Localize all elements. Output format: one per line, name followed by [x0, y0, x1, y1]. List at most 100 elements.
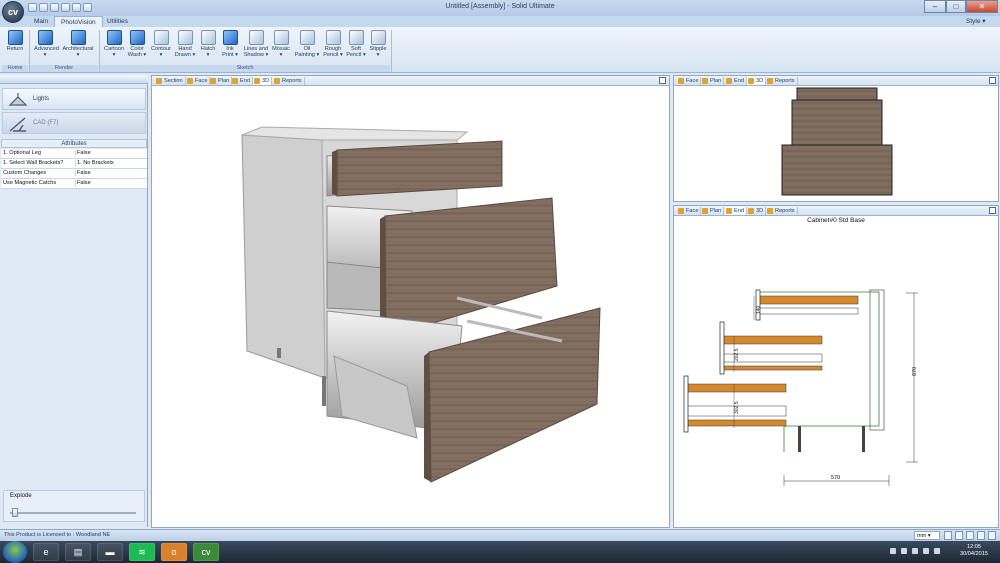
attribute-row[interactable]: 1. Select Wall Brackets? 1. No Brackets — [1, 159, 147, 169]
spotify-icon[interactable]: ≋ — [129, 543, 155, 561]
view-layout-icon[interactable] — [988, 531, 996, 540]
tab-photovision[interactable]: PhotoVision — [54, 16, 103, 27]
application-menu-button[interactable]: cv — [2, 1, 24, 23]
cabinet-front-render[interactable] — [674, 86, 998, 201]
windows-start-button[interactable] — [3, 541, 27, 563]
maximize-pane-icon[interactable] — [989, 207, 996, 214]
hand-drawn-icon — [177, 30, 193, 45]
attribute-row[interactable]: 1. Optional Leg False — [1, 149, 147, 159]
contour-icon — [153, 30, 169, 45]
hatch-button[interactable]: Hatch ▾ — [197, 30, 219, 64]
view-layout-icon[interactable] — [944, 531, 952, 540]
attribute-row[interactable]: Use Magnetic Catchs False — [1, 179, 147, 189]
open-folder-icon[interactable] — [39, 3, 48, 12]
tab-end[interactable]: End — [725, 77, 747, 85]
soft-pencil-button[interactable]: Soft Pencil ▾ — [345, 30, 367, 64]
color-wash-icon — [129, 30, 145, 45]
style-menu[interactable]: Style ▾ — [960, 16, 992, 27]
tab-plan[interactable]: Plan — [701, 77, 725, 85]
top-right-view-tabs: Face Plan End 3D Reports — [674, 76, 998, 86]
group-label-render: Render — [30, 65, 98, 72]
explorer-folder-icon[interactable]: ▬ — [97, 543, 123, 561]
explode-slider-thumb[interactable] — [12, 508, 18, 517]
windows-taskbar: e ▤ ▬ ≋ o cv 12:05 30/04/2015 — [0, 541, 1000, 563]
cabinet-end-drawing[interactable]: 870 570 140 202.5 302.5 — [674, 226, 998, 526]
file-manager-icon[interactable]: ▤ — [65, 543, 91, 561]
advanced-render-icon — [37, 30, 53, 45]
height-dimension: 870 — [912, 367, 918, 376]
view-layout-icon[interactable] — [955, 531, 963, 540]
explode-label: Explode — [10, 493, 32, 499]
soft-pencil-icon — [348, 30, 364, 45]
mosaic-button[interactable]: Mosaic ▾ — [270, 30, 292, 64]
tray-arrow-icon[interactable] — [890, 548, 896, 554]
ink-print-icon — [222, 30, 238, 45]
tab-face[interactable]: Face — [677, 77, 702, 85]
tab-reports[interactable]: Reports — [273, 77, 305, 85]
drawer-3-dimension: 140 — [756, 305, 762, 314]
new-file-icon[interactable] — [28, 3, 37, 12]
view-layout-icon[interactable] — [966, 531, 974, 540]
lights-button[interactable]: Lights — [2, 88, 146, 110]
drafting-compass-icon — [9, 117, 26, 132]
cartoon-icon — [106, 30, 122, 45]
oil-painting-button[interactable]: Oil Painting ▾ — [293, 30, 321, 64]
tab-3d[interactable]: 3D — [747, 77, 767, 85]
system-clock[interactable]: 12:05 30/04/2015 — [954, 544, 994, 558]
minimize-button[interactable]: – — [924, 0, 946, 13]
lines-and-shadow-button[interactable]: Lines and Shadow ▾ — [242, 30, 270, 64]
undo-icon[interactable] — [72, 3, 81, 12]
ink-print-button[interactable]: Ink Print ▾ — [219, 30, 241, 64]
advanced-button[interactable]: Advanced ▾ — [34, 30, 59, 64]
left-panel-header — [0, 75, 148, 84]
tab-face[interactable]: Face — [186, 77, 211, 85]
unit-select[interactable]: mm ▾ — [914, 531, 940, 540]
tab-reports[interactable]: Reports — [766, 207, 798, 215]
tab-main[interactable]: Main — [28, 16, 54, 27]
cad-button[interactable]: CAD (F7) — [2, 112, 146, 134]
tab-plan[interactable]: Plan — [701, 207, 725, 215]
main-view-tabs: Section Face Plan End 3D Reports — [152, 76, 669, 86]
tab-utilities[interactable]: Utilities — [101, 16, 134, 27]
tab-plan[interactable]: Plan — [209, 77, 233, 85]
group-separator — [391, 30, 392, 72]
tab-3d[interactable]: 3D — [747, 207, 767, 215]
monitor-icon[interactable] — [923, 548, 929, 554]
contour-button[interactable]: Contour ▾ — [150, 30, 172, 64]
save-icon[interactable] — [50, 3, 59, 12]
tab-reports[interactable]: Reports — [766, 77, 798, 85]
hand-drawn-button[interactable]: Hand Drawn ▾ — [174, 30, 196, 64]
width-dimension: 570 — [831, 475, 840, 481]
group-label-home: Home — [2, 65, 28, 72]
hatch-icon — [200, 30, 216, 45]
tab-section[interactable]: Section — [155, 77, 186, 85]
maximize-button[interactable]: □ — [946, 0, 966, 13]
explode-slider-track[interactable] — [10, 512, 136, 514]
network-icon[interactable] — [912, 548, 918, 554]
view-layout-icon[interactable] — [977, 531, 985, 540]
tab-end[interactable]: End — [725, 207, 747, 215]
return-button[interactable]: Return — [4, 30, 26, 64]
tab-face[interactable]: Face — [677, 207, 702, 215]
redo-icon[interactable] — [83, 3, 92, 12]
close-button[interactable]: ✕ — [966, 0, 998, 13]
internet-explorer-icon[interactable]: e — [33, 543, 59, 561]
drawer-2-dimension: 302.5 — [734, 401, 740, 414]
print-icon[interactable] — [61, 3, 70, 12]
attribute-row[interactable]: Custom Changes False — [1, 169, 147, 179]
maximize-pane-icon[interactable] — [989, 77, 996, 84]
flag-icon[interactable] — [901, 548, 907, 554]
architectural-button[interactable]: Architectural ▾ — [62, 30, 94, 64]
cabinet-3d-render[interactable] — [152, 86, 669, 527]
color-wash-button[interactable]: Color Wash ▾ — [126, 30, 148, 64]
maximize-pane-icon[interactable] — [659, 77, 666, 84]
stipple-button[interactable]: Stipple ▾ — [367, 30, 389, 64]
status-bar: This Product is Licensed to : Woodland N… — [0, 529, 1000, 541]
cartoon-button[interactable]: Cartoon ▾ — [103, 30, 125, 64]
solid-ultimate-taskbar-icon[interactable]: cv — [193, 543, 219, 561]
tab-3d[interactable]: 3D — [253, 77, 273, 85]
rough-pencil-button[interactable]: Rough Pencil ▾ — [322, 30, 344, 64]
outlook-icon[interactable]: o — [161, 543, 187, 561]
volume-icon[interactable] — [934, 548, 940, 554]
tab-end[interactable]: End — [231, 77, 253, 85]
